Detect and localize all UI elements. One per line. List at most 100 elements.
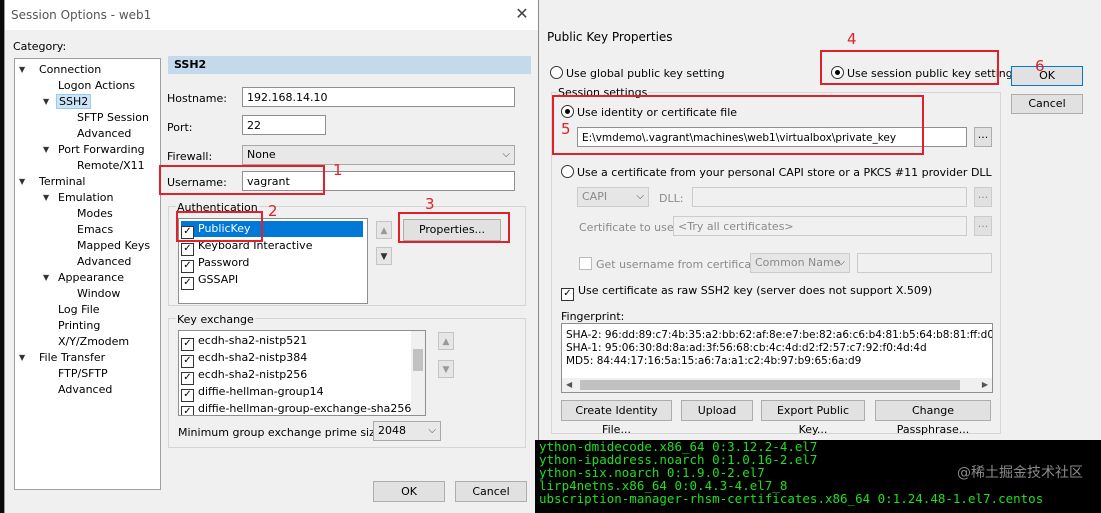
tree-item-logon-actions[interactable]: Logon Actions: [58, 79, 135, 92]
collapse-icon[interactable]: ▼: [19, 353, 25, 362]
radio-icon[interactable]: [550, 66, 563, 79]
collapse-icon[interactable]: ▼: [43, 193, 49, 202]
scroll-thumb[interactable]: [413, 349, 423, 371]
create-identity-button[interactable]: Create Identity File...: [561, 400, 672, 436]
fingerprint-sha2: SHA-2: 96:dd:89:c7:4b:35:a2:bb:62:af:8e:…: [566, 329, 993, 341]
tree-item-xyzmodem[interactable]: X/Y/Zmodem: [58, 335, 129, 348]
chevron-down-icon: ⌵: [502, 149, 510, 160]
tree-item-window[interactable]: Window: [77, 287, 120, 300]
use-global-radio[interactable]: Use global public key setting: [550, 66, 725, 80]
tree-item-terminal[interactable]: Terminal: [39, 175, 86, 188]
annotation-number-2: 2: [268, 202, 278, 220]
category-tree[interactable]: ▼ Connection Logon Actions ▼ SSH2 SFTP S…: [14, 58, 161, 490]
terminal-line: ubscription-manager-rhsm-certificates.x8…: [539, 491, 1044, 506]
firewall-label: Firewall:: [167, 150, 213, 163]
terminal-output: ython-dmidecode.x86_64 0:3.12.2-4.el7 yt…: [535, 440, 1101, 513]
checkbox[interactable]: ✓: [181, 277, 194, 290]
tree-item-advanced[interactable]: Advanced: [77, 127, 131, 140]
min-group-select[interactable]: 2048 ⌵: [373, 421, 441, 441]
cert-to-use-input[interactable]: <Try all certificates>: [673, 216, 967, 236]
tree-item-connection[interactable]: Connection: [39, 63, 101, 76]
key-exchange-list[interactable]: ✓ ecdh-sha2-nistp521 ✓ ecdh-sha2-nistp384 …: [178, 330, 426, 416]
checkbox[interactable]: [579, 257, 592, 270]
tree-item-emulation[interactable]: Emulation: [58, 191, 114, 204]
tree-item-sftp-session[interactable]: SFTP Session: [77, 111, 149, 124]
get-username-checkbox[interactable]: Get username from certificate:: [579, 257, 766, 271]
kex-item[interactable]: ✓ ecdh-sha2-nistp384: [181, 350, 307, 368]
tree-item-emacs[interactable]: Emacs: [77, 223, 113, 236]
firewall-select[interactable]: None ⌵: [242, 145, 515, 165]
scroll-left-icon[interactable]: ◀: [566, 379, 572, 391]
collapse-icon[interactable]: ▼: [43, 145, 49, 154]
fingerprint-box[interactable]: SHA-2: 96:dd:89:c7:4b:35:a2:bb:62:af:8e:…: [561, 323, 993, 393]
checkbox[interactable]: ✓: [181, 406, 194, 415]
common-name-select[interactable]: Common Name ⌵: [750, 253, 850, 273]
move-up-icon[interactable]: ▲: [376, 221, 392, 239]
kex-item[interactable]: ✓ ecdh-sha2-nistp256: [181, 367, 307, 385]
move-down-icon[interactable]: ▼: [438, 360, 454, 378]
kex-item[interactable]: ✓ ecdh-sha2-nistp521: [181, 333, 307, 351]
upload-button[interactable]: Upload: [681, 400, 753, 421]
change-passphrase-button[interactable]: Change Passphrase...: [875, 400, 991, 436]
export-public-key-button[interactable]: Export Public Key...: [761, 400, 865, 436]
tree-item-modes[interactable]: Modes: [77, 207, 113, 220]
min-group-value: 2048: [378, 424, 406, 437]
hostname-label: Hostname:: [167, 92, 227, 105]
scroll-right-icon[interactable]: ▶: [982, 379, 988, 391]
close-icon[interactable]: ✕: [511, 4, 533, 23]
collapse-icon[interactable]: ▼: [19, 65, 25, 74]
auth-item-password[interactable]: ✓ Password: [181, 255, 249, 273]
title-bar: Session Options - web1 ✕: [5, 0, 539, 30]
collapse-icon[interactable]: ▼: [19, 177, 25, 186]
cancel-button[interactable]: Cancel: [1011, 94, 1083, 114]
tree-item-port-forwarding[interactable]: Port Forwarding: [58, 143, 145, 156]
scrollbar[interactable]: [411, 331, 425, 415]
tree-item-advanced[interactable]: Advanced: [77, 255, 131, 268]
tree-item-log-file[interactable]: Log File: [58, 303, 100, 316]
chevron-down-icon: ⌵: [428, 425, 436, 436]
use-raw-checkbox[interactable]: ✓ Use certificate as raw SSH2 key (server…: [561, 284, 932, 301]
move-down-icon[interactable]: ▼: [376, 247, 392, 265]
scroll-thumb[interactable]: [580, 380, 960, 390]
cert-to-use-label: Certificate to use:: [579, 221, 678, 234]
ok-button[interactable]: OK: [1011, 66, 1083, 86]
tree-item-ftp-sftp[interactable]: FTP/SFTP: [58, 367, 108, 380]
public-key-properties-dialog: Public Key Properties Use global public …: [538, 0, 1101, 440]
use-capi-radio[interactable]: Use a certificate from your personal CAP…: [561, 165, 992, 179]
browse-button[interactable]: ...: [974, 127, 992, 147]
session-options-dialog: Session Options - web1 ✕ Category: ▼ Con…: [4, 0, 539, 513]
horizontal-scrollbar[interactable]: ◀ ▶: [562, 378, 992, 392]
username-cert-input[interactable]: [857, 253, 992, 273]
tree-item-ssh2[interactable]: SSH2: [56, 94, 92, 109]
port-input[interactable]: 22: [242, 115, 326, 135]
dll-input[interactable]: [692, 187, 967, 207]
capi-select[interactable]: CAPI ⌵: [577, 187, 649, 207]
ok-button[interactable]: OK: [373, 481, 445, 502]
move-up-icon[interactable]: ▲: [438, 332, 454, 350]
kex-item[interactable]: ✓ diffie-hellman-group14: [181, 384, 324, 402]
cert-browse-button[interactable]: ...: [974, 216, 992, 236]
fingerprint-md5: MD5: 84:44:17:16:5a:15:a6:7a:a1:c2:4b:97…: [566, 355, 862, 367]
auth-item-gssapi[interactable]: ✓ GSSAPI: [181, 272, 238, 290]
tree-item-mapped-keys[interactable]: Mapped Keys: [77, 239, 150, 252]
tree-item-appearance[interactable]: Appearance: [58, 271, 124, 284]
radio-icon[interactable]: [561, 165, 574, 178]
annotation-box-3: [398, 212, 510, 243]
tree-item-printing[interactable]: Printing: [58, 319, 100, 332]
collapse-icon[interactable]: ▼: [43, 273, 49, 282]
collapse-icon[interactable]: ▼: [43, 97, 49, 106]
dll-browse-button[interactable]: ...: [974, 187, 992, 207]
annotation-number-3: 3: [425, 195, 435, 213]
hostname-input[interactable]: 192.168.14.10: [242, 87, 515, 107]
cancel-button[interactable]: Cancel: [455, 481, 527, 502]
annotation-number-5: 5: [561, 120, 571, 138]
tree-item-remote-x11[interactable]: Remote/X11: [77, 159, 145, 172]
tree-item-file-transfer[interactable]: File Transfer: [39, 351, 105, 364]
annotation-number-1: 1: [333, 161, 343, 179]
section-header: SSH2: [168, 56, 531, 74]
checkbox[interactable]: ✓: [561, 288, 574, 301]
annotation-box-1: [159, 165, 325, 195]
tree-item-advanced[interactable]: Advanced: [58, 383, 112, 396]
kex-item[interactable]: ✓ diffie-hellman-group-exchange-sha256: [181, 401, 411, 415]
chevron-down-icon: ⌵: [636, 191, 644, 202]
